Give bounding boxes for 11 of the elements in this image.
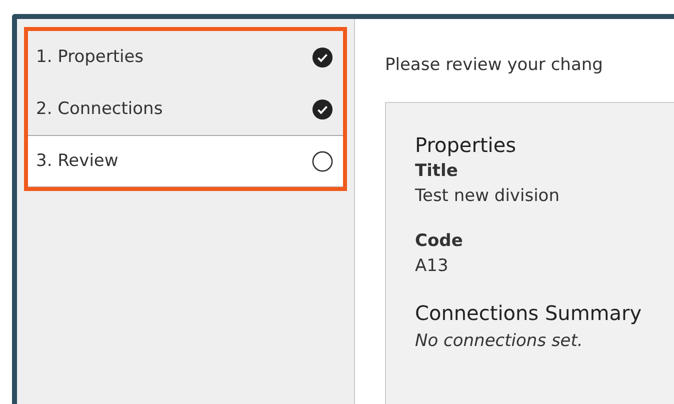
field-label: Title bbox=[415, 160, 459, 183]
step-item[interactable]: 3. Review bbox=[28, 135, 343, 187]
instruction-text: Please review your chang bbox=[385, 55, 604, 77]
field-value: A13 bbox=[415, 255, 450, 278]
step-item[interactable]: 2. Connections bbox=[28, 83, 343, 135]
section-heading: Properties bbox=[415, 132, 518, 159]
field-label: Code bbox=[415, 230, 464, 253]
empty-note: No connections set. bbox=[415, 330, 584, 353]
field-value: Test new division bbox=[415, 185, 560, 208]
section-heading: Connections Summary bbox=[415, 300, 643, 327]
step-item[interactable]: 1. Properties bbox=[28, 31, 343, 83]
